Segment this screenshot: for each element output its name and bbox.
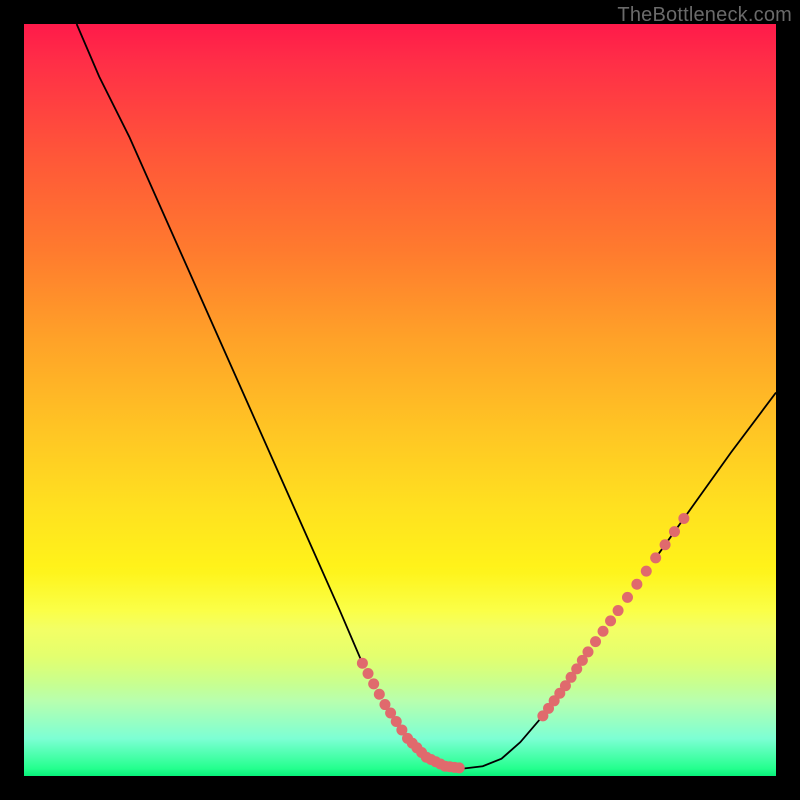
curve-dot <box>605 615 616 626</box>
curve-dot <box>641 566 652 577</box>
plot-area <box>24 24 776 776</box>
curve-dot <box>660 539 671 550</box>
curve-dot <box>631 579 642 590</box>
curve-dot <box>368 678 379 689</box>
curve-group <box>77 24 776 773</box>
curve-dot <box>363 668 374 679</box>
curve-dot <box>598 626 609 637</box>
curve-dot <box>678 513 689 524</box>
chart-container: TheBottleneck.com <box>0 0 800 800</box>
curve-dot <box>374 689 385 700</box>
curve-dot <box>669 526 680 537</box>
curve-solid-segment <box>77 24 363 663</box>
watermark-text: TheBottleneck.com <box>617 4 792 27</box>
curve-dot <box>583 646 594 657</box>
curve-svg <box>24 24 776 776</box>
curve-dot <box>650 552 661 563</box>
curve-dot <box>454 762 465 773</box>
curve-dot <box>613 605 624 616</box>
curve-dot <box>357 658 368 669</box>
curve-dot <box>590 636 601 647</box>
curve-dot <box>622 592 633 603</box>
curve-solid-segment <box>445 716 543 769</box>
